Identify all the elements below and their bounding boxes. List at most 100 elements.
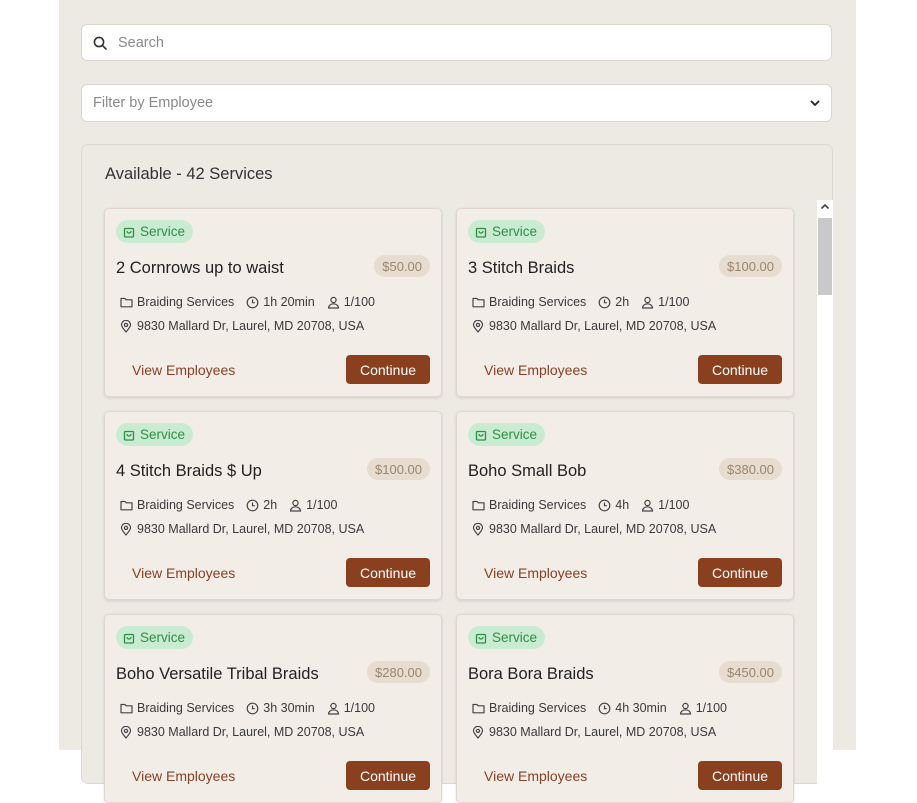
service-capacity-label: 1/100 <box>343 295 375 309</box>
service-category-label: Braiding Services <box>137 295 235 309</box>
service-category-label: Braiding Services <box>489 701 587 715</box>
service-capacity-label: 1/100 <box>658 498 690 512</box>
employee-filter-placeholder: Filter by Employee <box>93 95 214 111</box>
price-badge: $280.00 <box>367 661 430 683</box>
service-category: Braiding Services <box>120 498 234 512</box>
price-badge: $100.00 <box>719 255 782 277</box>
continue-button[interactable]: Continue <box>346 761 430 790</box>
service-duration-label: 2h <box>615 295 630 309</box>
service-title: Boho Versatile Tribal Braids <box>116 665 319 683</box>
user-icon <box>327 296 339 309</box>
service-badge: Service <box>116 220 194 243</box>
services-panel: Filter by Employee Available - 42 Servic… <box>59 0 856 803</box>
service-badge: Service <box>116 626 194 649</box>
service-category: Braiding Services <box>472 701 586 715</box>
service-meta: Braiding Services 1h 20min 1/100 <box>120 295 387 309</box>
service-card: Service 2 Cornrows up to waist $50.00 Br… <box>104 208 442 397</box>
service-title: Bora Bora Braids <box>468 665 594 683</box>
available-services-container: Available - 42 Services Service 2 Cornro… <box>81 144 833 803</box>
service-capacity-label: 1/100 <box>695 701 727 715</box>
location-pin-icon <box>120 522 132 536</box>
service-badge: Service <box>468 220 546 243</box>
service-title: 2 Cornrows up to waist <box>116 259 284 277</box>
service-capacity: 1/100 <box>641 498 689 512</box>
continue-button[interactable]: Continue <box>698 355 782 384</box>
service-badge-label: Service <box>492 630 538 645</box>
service-address-label: 9830 Mallard Dr, Laurel, MD 20708, USA <box>489 319 717 333</box>
view-employees-link[interactable]: View Employees <box>484 362 587 378</box>
user-icon <box>642 499 654 512</box>
view-employees-link[interactable]: View Employees <box>132 362 235 378</box>
shopping-bag-icon <box>123 430 135 441</box>
service-duration: 4h <box>598 498 629 512</box>
service-category: Braiding Services <box>472 498 586 512</box>
service-capacity-label: 1/100 <box>658 295 690 309</box>
service-address: 9830 Mallard Dr, Laurel, MD 20708, USA <box>472 522 716 536</box>
service-category: Braiding Services <box>120 295 234 309</box>
continue-button[interactable]: Continue <box>346 355 430 384</box>
service-duration-label: 2h <box>263 498 278 512</box>
folder-icon <box>120 703 133 714</box>
search-box[interactable] <box>81 24 832 61</box>
service-capacity: 1/100 <box>679 701 727 715</box>
service-capacity: 1/100 <box>641 295 689 309</box>
service-badge: Service <box>468 423 546 446</box>
view-employees-link[interactable]: View Employees <box>132 768 235 784</box>
service-address: 9830 Mallard Dr, Laurel, MD 20708, USA <box>472 319 716 333</box>
service-card: Service 4 Stitch Braids $ Up $100.00 Bra… <box>104 411 442 600</box>
service-duration: 4h 30min <box>598 701 667 715</box>
user-icon <box>290 499 302 512</box>
scroll-up-arrow-icon[interactable] <box>820 203 830 210</box>
service-card: Service 3 Stitch Braids $100.00 Braiding… <box>456 208 794 397</box>
service-address: 9830 Mallard Dr, Laurel, MD 20708, USA <box>120 522 364 536</box>
clock-icon <box>246 499 259 511</box>
location-pin-icon <box>120 725 132 739</box>
continue-button[interactable]: Continue <box>698 558 782 587</box>
price-badge: $380.00 <box>719 458 782 480</box>
service-address: 9830 Mallard Dr, Laurel, MD 20708, USA <box>120 725 364 739</box>
service-meta: Braiding Services 4h 1/100 <box>472 498 701 512</box>
folder-icon <box>120 297 133 308</box>
service-badge-label: Service <box>140 427 186 442</box>
service-badge-label: Service <box>492 224 538 239</box>
service-category-label: Braiding Services <box>489 498 587 512</box>
view-employees-link[interactable]: View Employees <box>132 565 235 581</box>
folder-icon <box>472 500 485 511</box>
service-capacity-label: 1/100 <box>306 498 338 512</box>
service-card: Service Boho Small Bob $380.00 Braiding … <box>456 411 794 600</box>
continue-button[interactable]: Continue <box>698 761 782 790</box>
service-duration: 2h <box>246 498 277 512</box>
continue-button[interactable]: Continue <box>346 558 430 587</box>
employee-filter-select[interactable]: Filter by Employee <box>81 84 832 122</box>
service-capacity-label: 1/100 <box>343 701 375 715</box>
clock-icon <box>246 702 259 714</box>
scrollbar[interactable] <box>817 200 833 790</box>
location-pin-icon <box>472 725 484 739</box>
shopping-bag-icon <box>123 633 135 644</box>
service-duration-label: 3h 30min <box>263 701 315 715</box>
service-meta: Braiding Services 2h 1/100 <box>120 498 349 512</box>
service-title: 4 Stitch Braids $ Up <box>116 462 262 480</box>
service-category: Braiding Services <box>120 701 234 715</box>
service-duration-label: 4h 30min <box>615 701 667 715</box>
service-address-label: 9830 Mallard Dr, Laurel, MD 20708, USA <box>137 522 365 536</box>
service-category-label: Braiding Services <box>137 498 235 512</box>
service-duration: 1h 20min <box>246 295 315 309</box>
service-meta: Braiding Services 3h 30min 1/100 <box>120 701 387 715</box>
service-meta: Braiding Services 2h 1/100 <box>472 295 701 309</box>
shopping-bag-icon <box>123 227 135 238</box>
service-badge: Service <box>116 423 194 446</box>
search-input[interactable] <box>116 33 800 52</box>
service-address-label: 9830 Mallard Dr, Laurel, MD 20708, USA <box>489 522 717 536</box>
view-employees-link[interactable]: View Employees <box>484 768 587 784</box>
view-employees-link[interactable]: View Employees <box>484 565 587 581</box>
service-address-label: 9830 Mallard Dr, Laurel, MD 20708, USA <box>489 725 717 739</box>
search-icon <box>93 36 107 50</box>
shopping-bag-icon <box>475 227 487 238</box>
price-badge: $100.00 <box>367 458 430 480</box>
clock-icon <box>598 702 611 714</box>
scrollbar-thumb[interactable] <box>818 218 832 295</box>
user-icon <box>679 702 691 715</box>
service-card: Service Bora Bora Braids $450.00 Braidin… <box>456 614 794 803</box>
service-capacity: 1/100 <box>327 295 375 309</box>
